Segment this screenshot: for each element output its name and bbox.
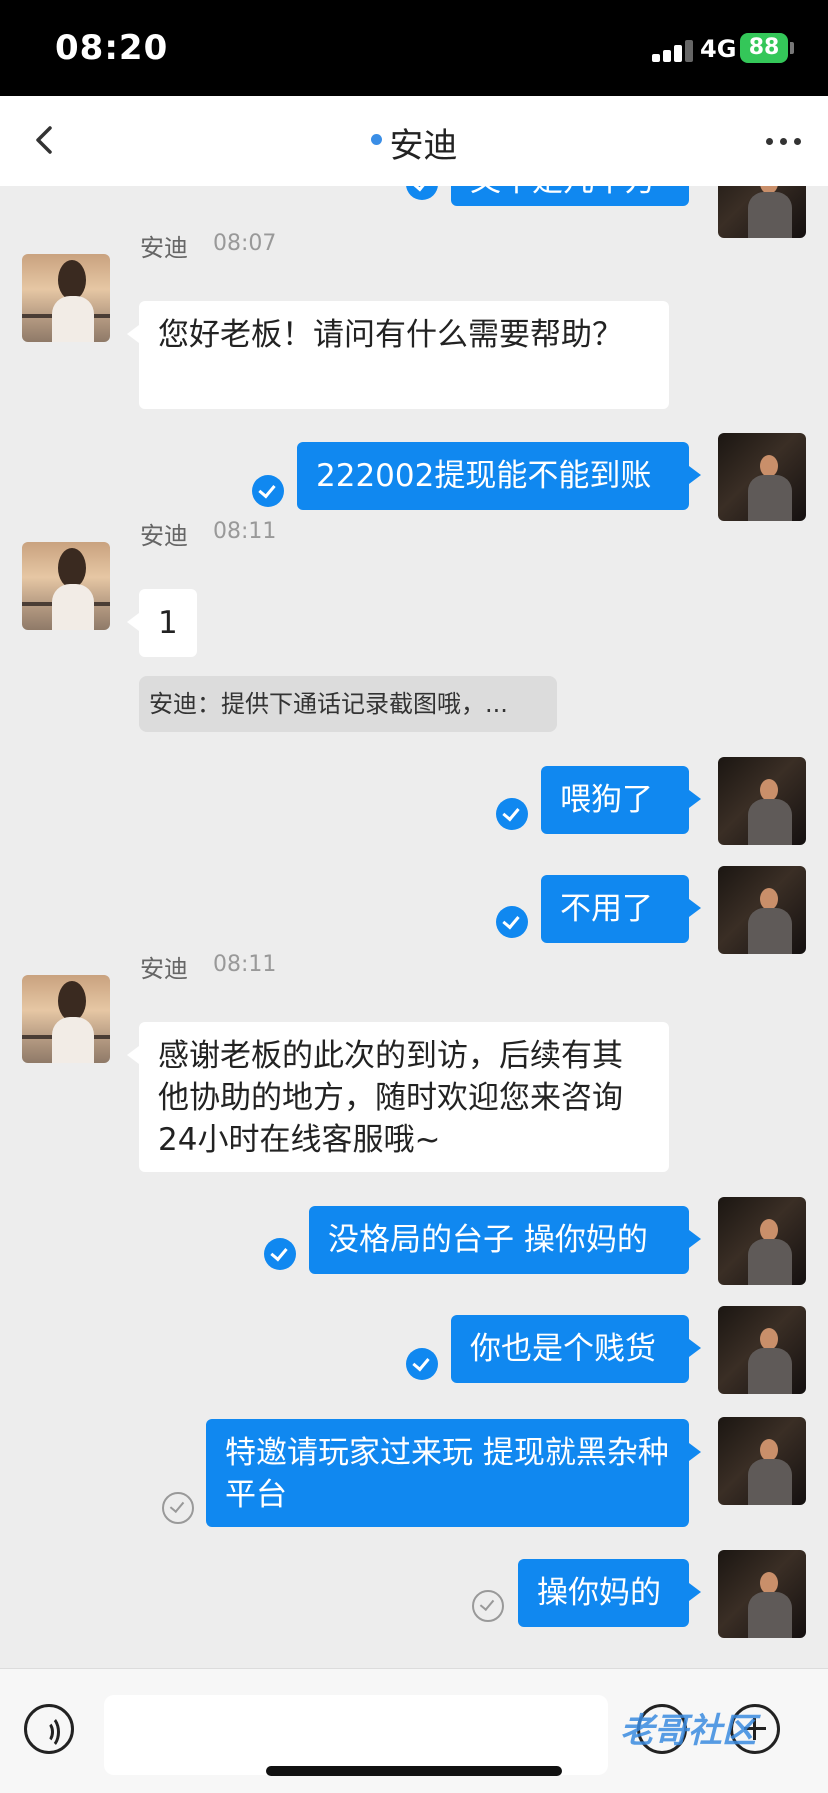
contact-avatar[interactable] xyxy=(22,542,110,630)
sender-name: 安迪 xyxy=(140,522,188,550)
message-bubble-in[interactable]: 1 xyxy=(127,589,197,657)
message-bubble-out[interactable]: 喂狗了 xyxy=(541,766,701,834)
status-bar: 08:20 4G 88 xyxy=(0,0,828,96)
message-bubble-out[interactable]: 没格局的台子 操你妈的 xyxy=(309,1206,701,1274)
read-receipt-icon xyxy=(406,1348,438,1380)
message-bubble-in[interactable]: 感谢老板的此次的到访，后续有其他协助的地方，随时欢迎您来咨询24小时在线客服哦~ xyxy=(127,1022,669,1172)
message-time: 08:11 xyxy=(213,952,277,977)
contact-avatar[interactable] xyxy=(22,975,110,1063)
message-bubble-out[interactable]: 不用了 xyxy=(541,875,701,943)
battery-cap xyxy=(790,42,794,54)
voice-icon[interactable] xyxy=(24,1704,74,1754)
message-time: 08:11 xyxy=(213,519,277,544)
my-avatar[interactable] xyxy=(718,433,806,521)
online-status-dot xyxy=(370,134,382,145)
chat-list[interactable]: 又不是几十万 安迪 08:07 您好老板！请问有什么需要帮助？ 222002提现… xyxy=(0,186,828,1668)
message-time: 08:07 xyxy=(213,231,277,256)
battery-icon: 88 xyxy=(740,33,788,63)
my-avatar[interactable] xyxy=(718,186,806,238)
my-avatar[interactable] xyxy=(718,1197,806,1285)
message-bubble-in[interactable]: 您好老板！请问有什么需要帮助？ xyxy=(127,301,669,409)
read-receipt-icon xyxy=(496,798,528,830)
message-bubble-out[interactable]: 你也是个贱货 xyxy=(451,1315,701,1383)
sender-name: 安迪 xyxy=(140,234,188,262)
my-avatar[interactable] xyxy=(718,757,806,845)
message-bubble-out[interactable]: 特邀请玩家过来玩 提现就黑杂种平台 xyxy=(206,1419,701,1527)
my-avatar[interactable] xyxy=(718,1550,806,1638)
my-avatar[interactable] xyxy=(718,1417,806,1505)
message-input[interactable] xyxy=(104,1695,608,1775)
nav-bar: 安迪 xyxy=(0,96,828,186)
read-receipt-icon xyxy=(252,475,284,507)
quoted-message[interactable]: 安迪：提供下通话记录截图哦，... xyxy=(139,676,557,732)
home-indicator xyxy=(266,1766,562,1776)
contact-avatar[interactable] xyxy=(22,254,110,342)
read-receipt-icon xyxy=(406,186,438,200)
my-avatar[interactable] xyxy=(718,866,806,954)
more-icon[interactable] xyxy=(766,126,802,156)
sender-name: 安迪 xyxy=(140,955,188,983)
read-receipt-icon xyxy=(264,1238,296,1270)
message-bubble-out[interactable]: 222002提现能不能到账 xyxy=(297,442,701,510)
my-avatar[interactable] xyxy=(718,1306,806,1394)
network-type: 4G xyxy=(700,35,737,63)
chat-title-text: 安迪 xyxy=(389,126,458,166)
sent-unread-icon xyxy=(162,1492,194,1524)
chat-title: 安迪 xyxy=(0,118,828,167)
watermark-logo: 老哥社区 xyxy=(620,1711,756,1751)
status-time: 08:20 xyxy=(55,28,169,68)
message-bubble-out[interactable]: 又不是几十万 xyxy=(451,186,689,206)
message-bubble-out[interactable]: 操你妈的 xyxy=(518,1559,701,1627)
sent-unread-icon xyxy=(472,1590,504,1622)
signal-icon xyxy=(652,40,696,62)
read-receipt-icon xyxy=(496,906,528,938)
